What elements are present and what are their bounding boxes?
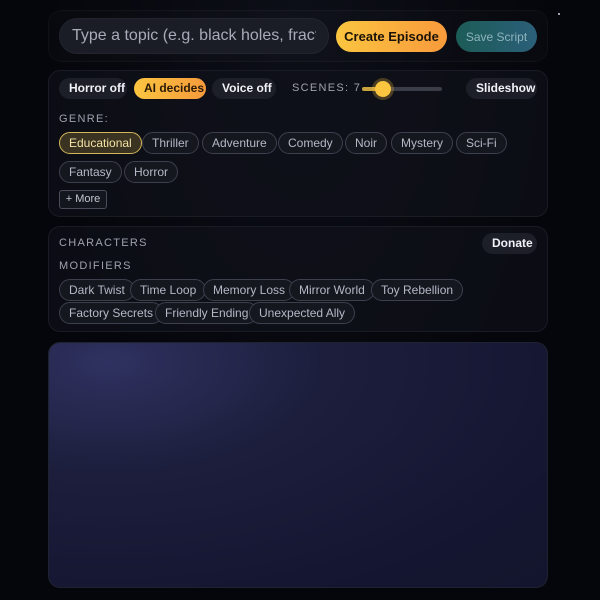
- create-episode-button[interactable]: Create Episode: [336, 21, 447, 52]
- scenes-label: SCENES: 7: [292, 82, 362, 94]
- genre-chip-fantasy[interactable]: Fantasy: [59, 161, 122, 183]
- modifier-chip-dark-twist[interactable]: Dark Twist: [59, 279, 135, 301]
- modifier-chip-toy-rebellion[interactable]: Toy Rebellion: [371, 279, 464, 301]
- genre-chip-educational[interactable]: Educational: [59, 132, 142, 154]
- ai-decides-toggle[interactable]: AI decides: [134, 78, 206, 99]
- modifier-chip-factory-secrets[interactable]: Factory Secrets: [59, 302, 164, 324]
- modifier-chip-unexpected-ally[interactable]: Unexpected Ally: [249, 302, 356, 324]
- genre-label: GENRE:: [59, 113, 109, 125]
- characters-label: CHARACTERS: [59, 237, 148, 249]
- genre-chip-mystery[interactable]: Mystery: [391, 132, 453, 154]
- scenes-slider-thumb[interactable]: [375, 81, 391, 97]
- genre-chip-horror[interactable]: Horror: [124, 161, 179, 183]
- modifier-chip-memory-loss[interactable]: Memory Loss: [203, 279, 296, 301]
- modifier-chip-time-loop[interactable]: Time Loop: [130, 279, 207, 301]
- status-dot: [558, 13, 560, 15]
- modifier-chip-friendly-ending[interactable]: Friendly Ending: [155, 302, 259, 324]
- episode-preview-canvas[interactable]: [48, 342, 548, 588]
- modifiers-label: MODIFIERS: [59, 260, 132, 272]
- slideshow-button[interactable]: Slideshow: [466, 78, 537, 99]
- donate-button[interactable]: Donate: [482, 233, 537, 254]
- save-script-button[interactable]: Save Script: [456, 21, 537, 52]
- topic-input[interactable]: [59, 18, 329, 54]
- genre-chip-sci-fi[interactable]: Sci-Fi: [456, 132, 507, 154]
- genre-chip-adventure[interactable]: Adventure: [202, 132, 277, 154]
- more-genres-button[interactable]: + More: [59, 190, 107, 209]
- horror-toggle[interactable]: Horror off: [59, 78, 127, 99]
- voice-toggle[interactable]: Voice off: [212, 78, 276, 99]
- genre-chip-comedy[interactable]: Comedy: [278, 132, 343, 154]
- genre-chip-thriller[interactable]: Thriller: [142, 132, 199, 154]
- scenes-slider[interactable]: [362, 87, 442, 91]
- modifier-chip-mirror-world[interactable]: Mirror World: [289, 279, 375, 301]
- genre-chip-noir[interactable]: Noir: [345, 132, 388, 154]
- app-root: Create Episode Save Script Horror off AI…: [0, 0, 600, 600]
